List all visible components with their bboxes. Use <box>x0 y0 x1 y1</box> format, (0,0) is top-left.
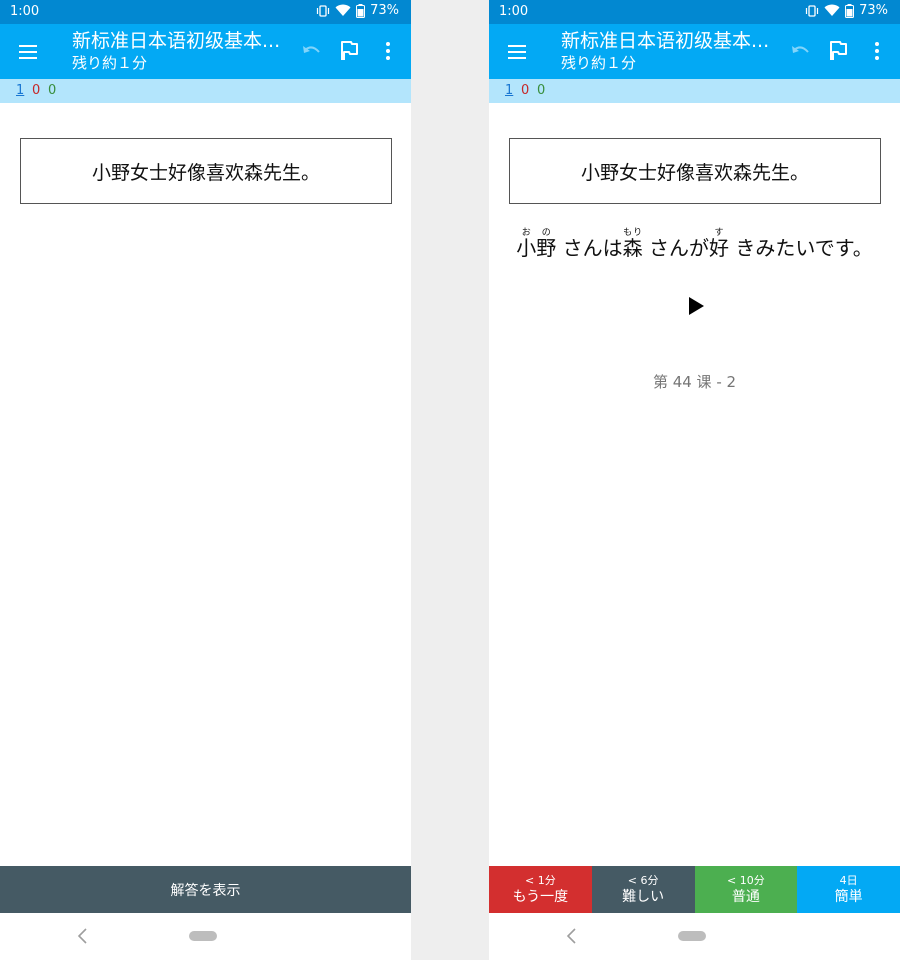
question-box: 小野女士好像喜欢森先生。 <box>20 138 392 204</box>
home-pill-icon[interactable] <box>678 931 706 941</box>
question-box: 小野女士好像喜欢森先生。 <box>509 138 881 204</box>
ease-hard-button[interactable]: < 6分 難しい <box>591 866 695 913</box>
ease-interval: < 1分 <box>525 873 556 887</box>
learning-count: 0 <box>32 83 41 98</box>
reviewer-answer-screen: 1:00 73% 新标准日本语初级基本... 残り約１分 1 0 0 小野女士好… <box>489 0 900 960</box>
answer-ruby-word: 好す <box>708 228 729 260</box>
ease-interval: 4日 <box>839 873 858 887</box>
ease-easy-button[interactable]: 4日 簡単 <box>797 866 900 913</box>
answer-ruby-word: 小野おの <box>516 228 557 260</box>
ease-interval: < 6分 <box>627 873 659 887</box>
deck-title: 新标准日本语初级基本... <box>561 30 770 52</box>
battery-percent: 73% <box>370 3 399 18</box>
navigation-bar <box>0 913 411 960</box>
status-time: 1:00 <box>499 4 529 19</box>
status-bar: 1:00 73% <box>489 0 900 24</box>
answer-text-segment: さんが <box>642 236 709 260</box>
learning-count: 0 <box>521 83 530 98</box>
more-options-icon[interactable] <box>382 39 394 63</box>
battery-percent: 73% <box>859 3 888 18</box>
vibrate-icon <box>805 4 819 18</box>
menu-icon[interactable] <box>16 40 40 64</box>
lesson-tag: 第 44 课 - 2 <box>652 373 737 391</box>
ease-label: 簡単 <box>834 888 863 905</box>
card-counts-bar: 1 0 0 <box>0 79 411 103</box>
back-icon[interactable] <box>76 927 90 945</box>
app-bar: 新标准日本语初级基本... 残り約１分 <box>0 24 411 79</box>
battery-icon <box>845 3 855 18</box>
reviewer-question-screen: 1:00 73% 新标准日本语初级基本... 残り約１分 1 0 0 小野女士好… <box>0 0 411 960</box>
ease-buttons: < 1分 もう一度 < 6分 難しい < 10分 普通 4日 簡単 <box>489 866 900 913</box>
back-icon[interactable] <box>565 927 579 945</box>
flag-icon[interactable] <box>826 39 850 63</box>
new-count: 1 <box>505 83 514 98</box>
deck-title: 新标准日本语初级基本... <box>72 30 281 52</box>
ease-interval: < 10分 <box>727 873 765 887</box>
app-bar: 新标准日本语初级基本... 残り約１分 <box>489 24 900 79</box>
battery-icon <box>356 3 366 18</box>
navigation-bar <box>489 913 900 960</box>
more-options-icon[interactable] <box>871 39 883 63</box>
ease-label: 普通 <box>731 888 760 905</box>
show-answer-button[interactable]: 解答を表示 <box>0 866 411 913</box>
new-count: 1 <box>16 83 25 98</box>
answer-text-segment: さんは <box>556 236 623 260</box>
answer-text-segment: きみたいです。 <box>728 236 873 260</box>
ease-good-button[interactable]: < 10分 普通 <box>694 866 798 913</box>
wifi-icon <box>824 4 840 17</box>
answer-ruby-word: 森もり <box>622 228 643 260</box>
vibrate-icon <box>316 4 330 18</box>
home-pill-icon[interactable] <box>189 931 217 941</box>
flag-icon[interactable] <box>337 39 361 63</box>
review-count: 0 <box>537 83 546 98</box>
time-remaining: 残り約１分 <box>561 54 637 72</box>
ease-again-button[interactable]: < 1分 もう一度 <box>489 866 592 913</box>
card-counts-bar: 1 0 0 <box>489 79 900 103</box>
menu-icon[interactable] <box>505 40 529 64</box>
status-time: 1:00 <box>10 4 40 19</box>
ease-label: 難しい <box>622 888 665 905</box>
ease-label: もう一度 <box>512 888 569 905</box>
app-bar-titles: 新标准日本语初级基本... 残り約１分 <box>561 29 791 73</box>
status-bar: 1:00 73% <box>0 0 411 24</box>
wifi-icon <box>335 4 351 17</box>
time-remaining: 残り約１分 <box>72 54 148 72</box>
app-bar-titles: 新标准日本语初级基本... 残り約１分 <box>72 29 302 73</box>
undo-icon[interactable] <box>789 40 813 64</box>
review-count: 0 <box>48 83 57 98</box>
undo-icon[interactable] <box>300 40 324 64</box>
play-audio-icon[interactable] <box>689 297 704 315</box>
answer-text: 小野おの さんは森もり さんが好す きみたいです。 <box>489 228 900 258</box>
